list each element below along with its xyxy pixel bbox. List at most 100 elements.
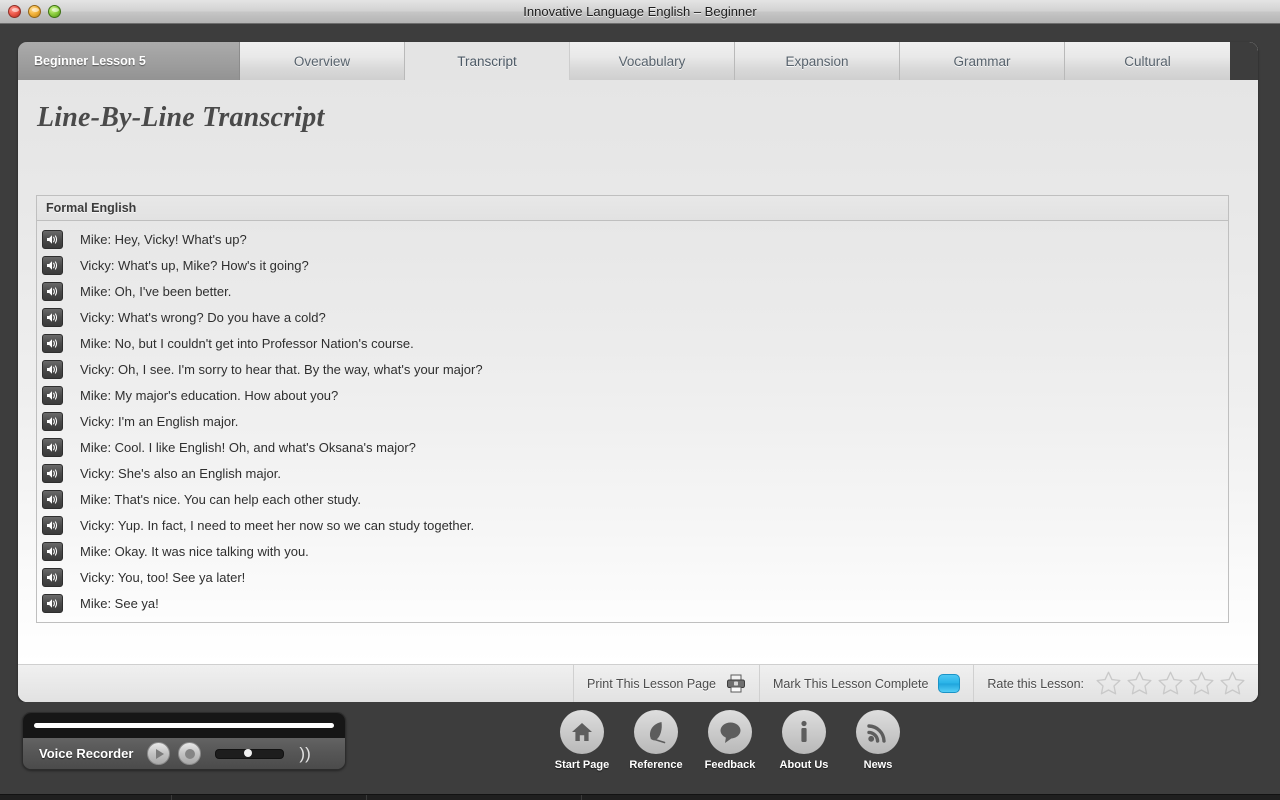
play-audio-icon[interactable] <box>42 385 63 405</box>
tab-grammar[interactable]: Grammar <box>900 42 1065 80</box>
transcript-line-text: Vicky: You, too! See ya later! <box>80 569 246 585</box>
transcript-line-text: Vicky: She's also an English major. <box>80 465 281 481</box>
rate-lesson-group[interactable]: Rate this Lesson: <box>973 664 1258 702</box>
volume-slider[interactable] <box>215 748 285 759</box>
tab-strip: Beginner Lesson 5 Overview Transcript Vo… <box>18 42 1258 80</box>
lesson-content: Line-By-Line Transcript Formal English M… <box>18 80 1258 664</box>
transcript-line: Mike: Okay. It was nice talking with you… <box>37 538 1228 564</box>
play-audio-icon[interactable] <box>42 463 63 483</box>
voice-recorder-widget: Voice Recorder )) <box>22 712 346 770</box>
play-audio-icon[interactable] <box>42 255 63 275</box>
transcript-table: Formal English Mike: Hey, Vicky! What's … <box>36 195 1229 623</box>
dock-item-about-us[interactable]: About Us <box>778 710 830 771</box>
dock-item-label: About Us <box>779 759 829 771</box>
transcript-line-text: Mike: Okay. It was nice talking with you… <box>80 543 309 559</box>
speaker-wave-icon: )) <box>299 744 311 763</box>
play-audio-icon[interactable] <box>42 359 63 379</box>
transcript-line-text: Vicky: Yup. In fact, I need to meet her … <box>80 517 475 533</box>
window-body: Beginner Lesson 5 Overview Transcript Vo… <box>0 24 1280 800</box>
mark-complete-checkbox[interactable] <box>938 674 961 693</box>
tab-transcript[interactable]: Transcript <box>405 42 570 80</box>
status-bar: Open Lesson Drawer Clear All Lesson Rati… <box>0 794 1280 800</box>
transcript-line: Mike: No, but I couldn't get into Profes… <box>37 330 1228 356</box>
tab-label: Cultural <box>1124 53 1171 69</box>
recorder-waveform-display <box>23 713 345 738</box>
tab-beginner-lesson-5[interactable]: Beginner Lesson 5 <box>18 42 240 80</box>
play-audio-icon[interactable] <box>42 411 63 431</box>
rating-star[interactable] <box>1220 671 1245 696</box>
transcript-line: Vicky: She's also an English major. <box>37 460 1228 486</box>
mark-all-lessons-incomplete-button[interactable]: Mark All Lessons Incomplete <box>367 794 583 800</box>
dock-icon-row: Start Page Reference Feedback About Us News <box>554 710 904 771</box>
dock-item-label: Start Page <box>554 759 610 771</box>
play-audio-icon[interactable] <box>42 437 63 457</box>
rating-star[interactable] <box>1127 671 1152 696</box>
home-icon <box>560 710 604 754</box>
dock-item-reference[interactable]: Reference <box>629 710 683 771</box>
print-lesson-button[interactable]: Print This Lesson Page <box>573 664 759 702</box>
recorder-waveform-bar <box>34 723 334 728</box>
open-lesson-drawer-button[interactable]: Open Lesson Drawer <box>0 794 173 800</box>
recorder-controls: Voice Recorder )) <box>23 738 345 769</box>
transcript-line: Vicky: I'm an English major. <box>37 408 1228 434</box>
transcript-line-text: Mike: Cool. I like English! Oh, and what… <box>80 439 416 455</box>
transcript-line-text: Vicky: I'm an English major. <box>80 413 239 429</box>
window-title: Innovative Language English – Beginner <box>523 4 757 19</box>
transcript-section-header: Formal English <box>37 196 1228 221</box>
lesson-action-bar: Print This Lesson Page Mark This Lesson … <box>18 664 1258 702</box>
tab-label: Overview <box>293 53 351 69</box>
play-audio-icon[interactable] <box>42 333 63 353</box>
lesson-panel: Beginner Lesson 5 Overview Transcript Vo… <box>18 42 1258 702</box>
print-lesson-label: Print This Lesson Page <box>587 676 717 691</box>
window-titlebar: Innovative Language English – Beginner <box>0 0 1280 24</box>
play-audio-icon[interactable] <box>42 593 63 613</box>
quill-icon <box>634 710 678 754</box>
tab-label: Grammar <box>953 53 1011 69</box>
transcript-line: Mike: Oh, I've been better. <box>37 278 1228 304</box>
clear-all-lesson-ratings-button[interactable]: Clear All Lesson Ratings <box>172 794 368 800</box>
play-audio-icon[interactable] <box>42 489 63 509</box>
transcript-line: Mike: Hey, Vicky! What's up? <box>37 226 1228 252</box>
rating-stars[interactable] <box>1096 671 1245 696</box>
transcript-line-text: Mike: That's nice. You can help each oth… <box>80 491 361 507</box>
transcript-line: Mike: Cool. I like English! Oh, and what… <box>37 434 1228 460</box>
tab-overview[interactable]: Overview <box>240 42 405 80</box>
app-window: Innovative Language English – Beginner B… <box>0 0 1280 800</box>
transcript-line-text: Vicky: What's wrong? Do you have a cold? <box>80 309 326 325</box>
play-icon[interactable] <box>147 742 171 765</box>
transcript-line-text: Vicky: Oh, I see. I'm sorry to hear that… <box>80 361 483 377</box>
rating-star[interactable] <box>1096 671 1121 696</box>
speech-bubble-icon <box>708 710 752 754</box>
tab-vocabulary[interactable]: Vocabulary <box>570 42 735 80</box>
transcript-line-text: Vicky: What's up, Mike? How's it going? <box>80 257 309 273</box>
transcript-line-list: Mike: Hey, Vicky! What's up? Vicky: What'… <box>37 221 1228 622</box>
transcript-line: Vicky: What's up, Mike? How's it going? <box>37 252 1228 278</box>
dock-item-start-page[interactable]: Start Page <box>554 710 610 771</box>
transcript-line-text: Mike: Hey, Vicky! What's up? <box>80 231 247 247</box>
transcript-line: Vicky: Oh, I see. I'm sorry to hear that… <box>37 356 1228 382</box>
tab-label: Beginner Lesson 5 <box>34 54 146 68</box>
transcript-line-text: Mike: See ya! <box>80 595 159 611</box>
rating-star[interactable] <box>1158 671 1183 696</box>
dock-item-feedback[interactable]: Feedback <box>704 710 756 771</box>
tab-label: Expansion <box>785 53 849 69</box>
page-title: Line-By-Line Transcript <box>37 102 325 133</box>
tab-cultural[interactable]: Cultural <box>1065 42 1230 80</box>
play-audio-icon[interactable] <box>42 229 63 249</box>
mark-lesson-complete-toggle[interactable]: Mark This Lesson Complete <box>759 664 973 702</box>
dock-item-news[interactable]: News <box>852 710 904 771</box>
printer-icon <box>726 674 746 693</box>
transcript-line: Vicky: What's wrong? Do you have a cold? <box>37 304 1228 330</box>
record-icon[interactable] <box>178 742 202 765</box>
play-audio-icon[interactable] <box>42 281 63 301</box>
play-audio-icon[interactable] <box>42 567 63 587</box>
tab-label: Transcript <box>457 53 517 69</box>
tab-expansion[interactable]: Expansion <box>735 42 900 80</box>
play-audio-icon[interactable] <box>42 307 63 327</box>
play-audio-icon[interactable] <box>42 515 63 535</box>
tab-label: Vocabulary <box>618 53 686 69</box>
transcript-line: Mike: See ya! <box>37 590 1228 616</box>
volume-slider-knob[interactable] <box>244 748 253 757</box>
play-audio-icon[interactable] <box>42 541 63 561</box>
rating-star[interactable] <box>1189 671 1214 696</box>
